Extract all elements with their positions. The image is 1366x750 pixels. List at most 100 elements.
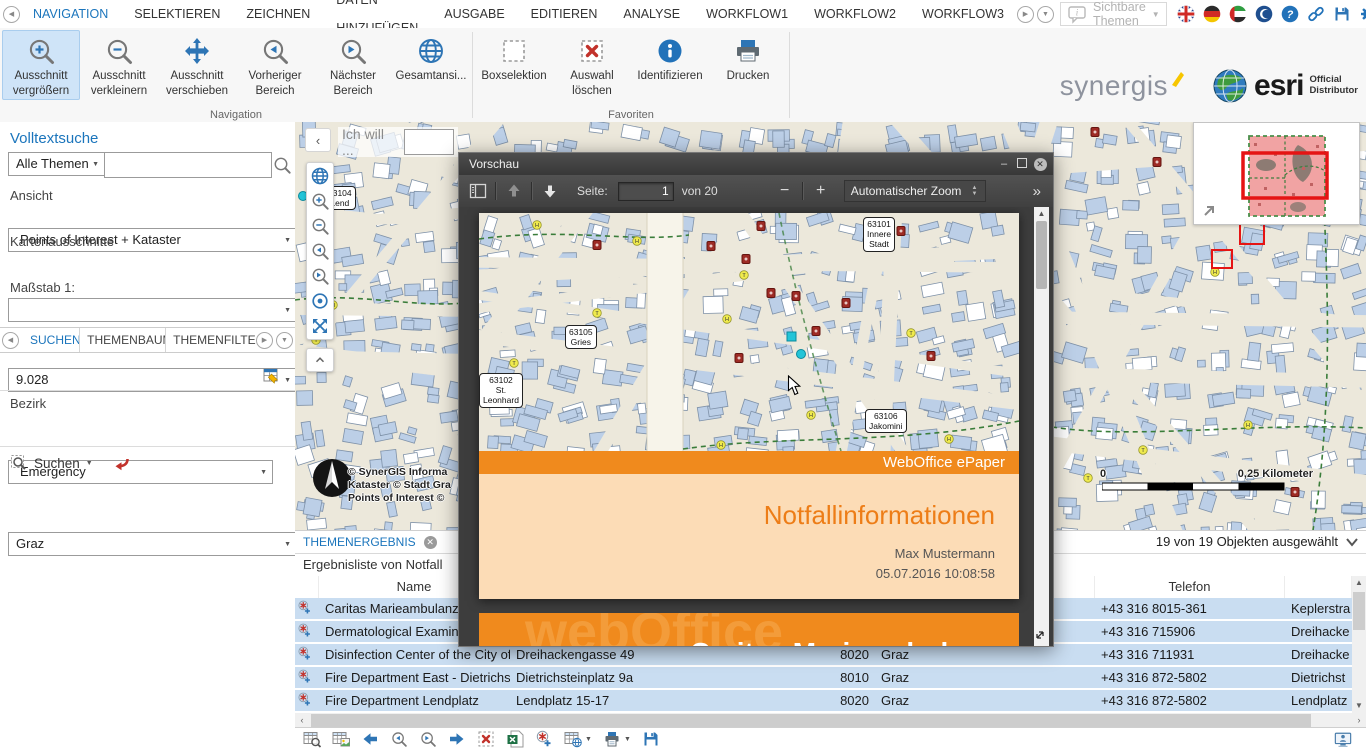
save-icon[interactable] [642,730,660,748]
settings-dropdown[interactable]: ▼ [1359,5,1366,23]
massstab-select[interactable]: 9.028 [8,368,297,392]
dialog-titlebar[interactable]: Vorschau – ✕ [459,153,1053,175]
menu-scroll-right-icon[interactable]: ▶ [1017,6,1034,23]
tab-themenfilter[interactable]: THEMENFILTER [166,328,256,352]
tab-analyse[interactable]: ANALYSE [610,0,693,28]
show-on-map-icon[interactable] [332,730,350,748]
previous-extent-icon[interactable] [310,241,330,261]
language-arabic-icon[interactable] [1229,5,1247,23]
zoom-in-button[interactable]: Ausschnitt vergrößern [2,30,80,100]
suchen-button[interactable]: Suchen ▼ [10,454,131,472]
scroll-up-icon[interactable]: ▲ [1352,576,1366,590]
scroll-down-icon[interactable]: ▼ [1352,699,1366,713]
results-horizontal-scrollbar[interactable]: ‹ › [295,713,1366,728]
next-extent-icon[interactable] [310,266,330,286]
overview-map[interactable] [1193,122,1360,225]
ich-will-search[interactable]: Ich will ... [338,127,458,157]
identify-button[interactable]: Identifizieren [631,30,709,85]
tab-selektieren[interactable]: SELEKTIEREN [121,0,233,28]
page-down-button[interactable] [537,179,563,203]
expand-map-icon[interactable] [310,316,330,336]
save-session-icon[interactable] [1333,5,1351,23]
next-record-icon[interactable] [419,730,437,748]
collapse-results-icon[interactable] [1346,537,1358,547]
next-extent-button[interactable]: Nächster Bereich [314,30,392,100]
toolbar-more-icon[interactable]: » [1033,183,1039,200]
page-number-input[interactable] [618,182,674,201]
minimize-icon[interactable]: – [995,158,1013,170]
search-submit-icon[interactable] [272,155,292,175]
tab-editieren[interactable]: EDITIEREN [518,0,611,28]
sidebar-toggle-button[interactable] [465,179,491,203]
box-select-button[interactable]: Boxselektion [475,30,553,85]
table-row[interactable]: Fire Department East - Dietrichstei... D… [295,667,1352,690]
share-link-icon[interactable] [1307,5,1325,23]
scrollbar-thumb[interactable] [1036,221,1047,289]
scrollbar-thumb[interactable] [1353,592,1365,630]
scope-select[interactable]: Alle Themen [8,152,105,176]
pdf-viewer[interactable]: THHTHHTHHT 63101 Innere Stadt 63105 Grie… [459,207,1053,646]
tabs-scroll-right-icon[interactable]: ▶ [256,332,273,349]
zoom-to-selection-icon[interactable] [303,730,321,748]
menu-more-icon[interactable]: ▼ [1037,6,1054,23]
visible-themes-dropdown[interactable]: i Sichtbare Themen ▼ [1060,2,1167,26]
tab-ausgabe[interactable]: AUSGABE [431,0,517,28]
clear-selection-button[interactable]: Auswahl löschen [553,30,631,100]
tab-themenergebnis[interactable]: THEMENERGEBNIS ✕ [303,531,437,553]
ich-will-input[interactable] [404,129,454,155]
zoom-out-button[interactable]: − [772,179,798,203]
tabs-scroll-left-icon[interactable]: ◀ [2,332,19,349]
bezirk-select[interactable]: Graz [8,532,297,556]
zoom-in-icon[interactable] [310,191,330,211]
map-toolbar-collapse[interactable] [306,348,334,372]
sidebar-collapse-button[interactable]: ‹ [305,128,331,152]
column-header-telefon[interactable]: Telefon [1095,576,1285,598]
tab-workflow3[interactable]: WORKFLOW3 [909,0,1017,28]
zoom-in-button[interactable]: + [808,179,834,203]
zoom-out-icon[interactable] [310,216,330,236]
forward-arrow-icon[interactable] [448,730,466,748]
clear-selection-icon[interactable] [477,730,495,748]
overview-toggle-icon[interactable] [1202,204,1216,218]
table-options-dropdown[interactable]: ▼ [564,730,592,748]
results-vertical-scrollbar[interactable]: ▲ ▼ [1352,576,1366,713]
language-german-icon[interactable] [1203,5,1221,23]
print-dropdown[interactable]: ▼ [603,730,631,748]
zoom-out-button[interactable]: Ausschnitt verkleinern [80,30,158,100]
full-extent-button[interactable]: Gesamtansi... [392,30,470,85]
open-search-form-icon[interactable] [262,366,282,386]
previous-record-icon[interactable] [390,730,408,748]
page-up-button[interactable] [501,179,527,203]
scroll-left-icon[interactable]: ‹ [295,713,309,728]
print-button[interactable]: Drucken [709,30,787,85]
excel-export-icon[interactable] [506,730,524,748]
full-extent-icon[interactable] [310,166,330,186]
tab-workflow1[interactable]: WORKFLOW1 [693,0,801,28]
restore-icon[interactable] [1013,158,1031,171]
tab-themenbaum[interactable]: THEMENBAUM [80,328,166,352]
close-icon[interactable]: ✕ [1031,158,1049,171]
menu-scroll-left-icon[interactable]: ◀ [3,6,20,23]
tabs-more-icon[interactable]: ▼ [276,332,293,349]
reset-search-icon[interactable] [113,454,131,472]
column-header-strasse[interactable] [1285,576,1352,598]
tab-navigation[interactable]: NAVIGATION [20,0,121,28]
center-map-icon[interactable] [310,291,330,311]
pdf-export-icon[interactable] [535,730,553,748]
fulltext-search-input[interactable] [104,152,272,178]
pan-button[interactable]: Ausschnitt verschieben [158,30,236,100]
language-english-icon[interactable] [1177,5,1195,23]
close-results-icon[interactable]: ✕ [424,536,437,549]
table-row[interactable]: Disinfection Center of the City of ... D… [295,644,1352,667]
resize-grip-icon[interactable] [1034,629,1046,641]
scrollbar-thumb[interactable] [311,714,1311,727]
help-icon[interactable]: ? [1281,5,1299,23]
tab-zeichnen[interactable]: ZEICHNEN [233,0,323,28]
language-crescent-icon[interactable] [1255,5,1273,23]
scroll-up-icon[interactable]: ▲ [1034,207,1049,220]
back-arrow-icon[interactable] [361,730,379,748]
previous-extent-button[interactable]: Vorheriger Bereich [236,30,314,100]
preview-dialog[interactable]: Vorschau – ✕ Seite: von 20 − + Automatis… [458,152,1054,647]
kartenausschnitte-select[interactable] [8,298,297,322]
tab-suchen[interactable]: SUCHEN [23,328,80,352]
